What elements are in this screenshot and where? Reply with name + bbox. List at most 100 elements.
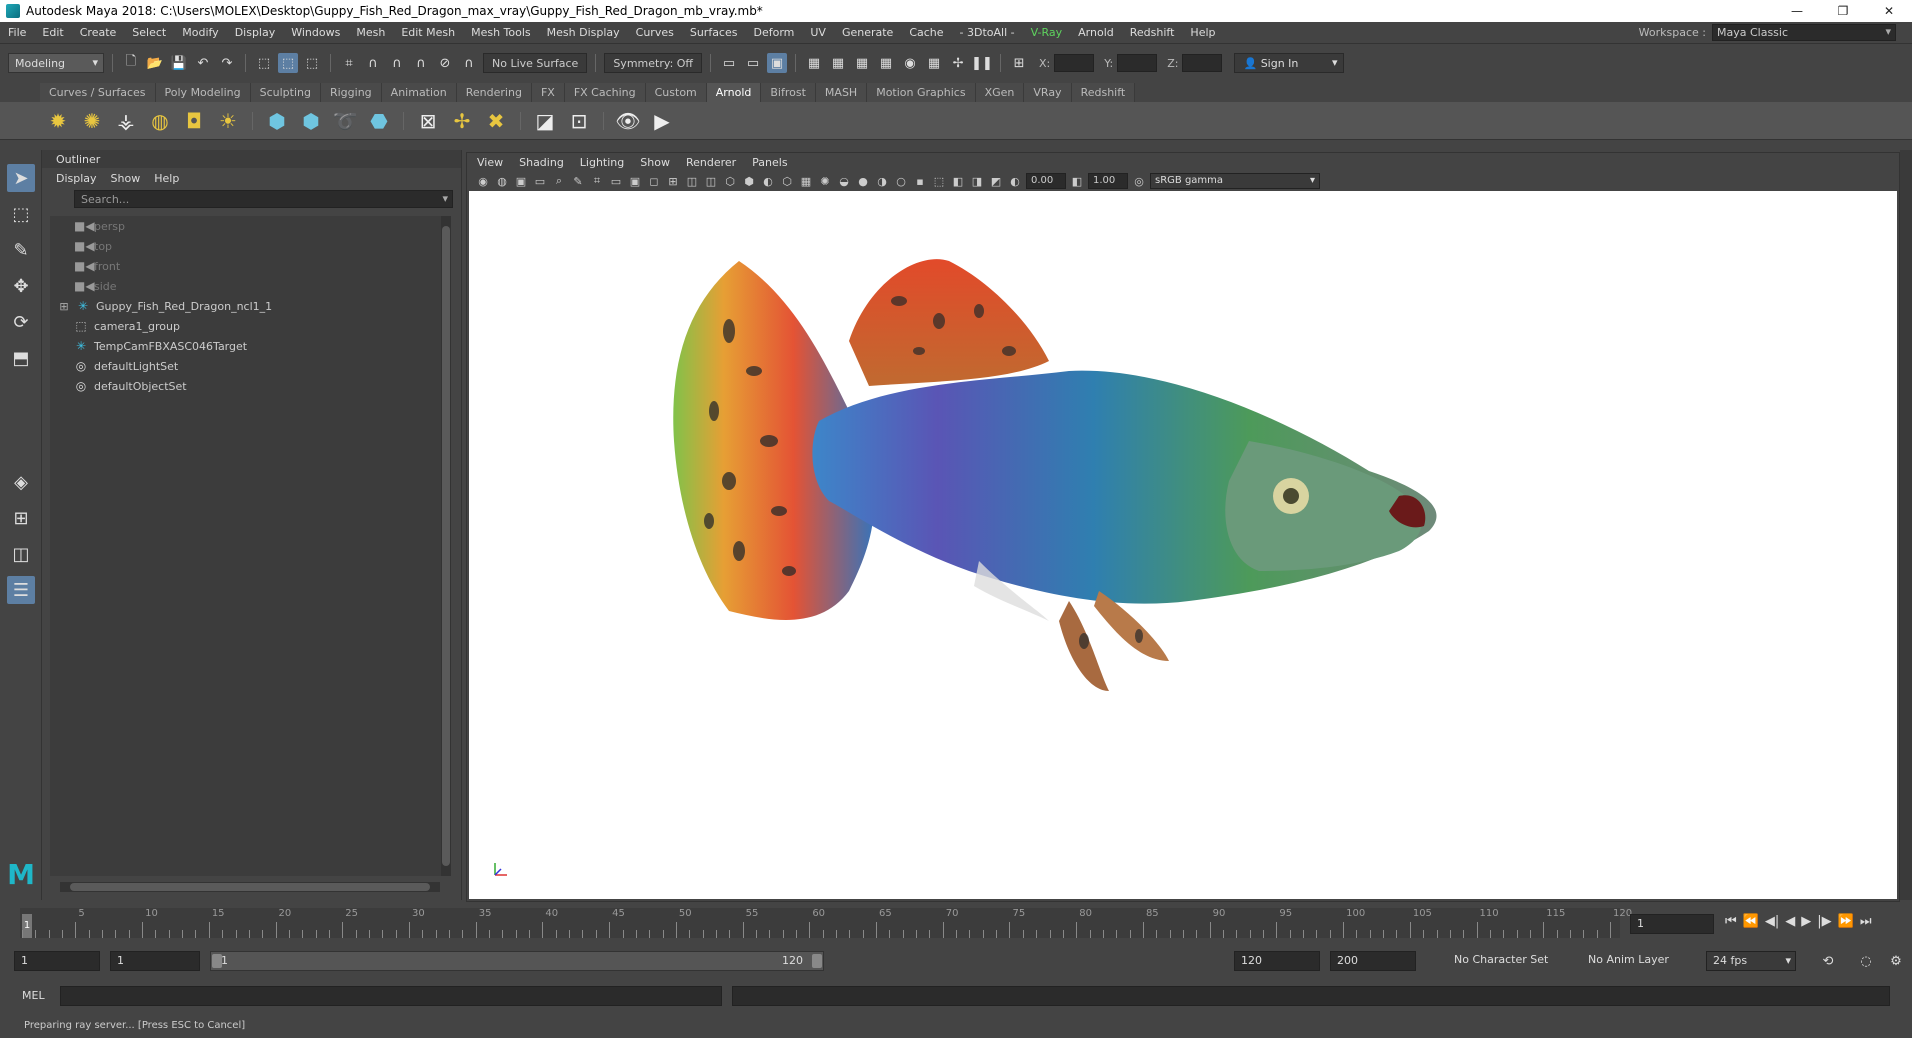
grid-icon[interactable]: ⌗ [589,173,605,189]
menu-windows[interactable]: Windows [283,26,348,39]
hypershade-icon[interactable]: ◉ [900,53,920,73]
outliner-menu-help[interactable]: Help [154,172,179,185]
2d-pan-zoom-icon[interactable]: ⌕ [551,173,567,189]
volume-icon[interactable]: ⬣ [365,107,393,135]
use-all-lights-icon[interactable]: ✺ [817,173,833,189]
flush-cache-icon[interactable]: ⊠ [414,107,442,135]
shelf-tab-curves-surfaces[interactable]: Curves / Surfaces [40,83,156,102]
redo-icon[interactable]: ↷ [217,53,237,73]
playback-end-field[interactable]: 120 [1234,951,1320,971]
paint-select-tool-icon[interactable]: ✎ [7,236,35,264]
time-slider-track[interactable]: 1 5 10 15 20 25 30 35 40 45 50 55 60 65 70 75 80 85 90 95 1… [20,908,1632,938]
render-frame-icon[interactable]: ▦ [828,53,848,73]
fps-dropdown[interactable]: 24 fps [1706,951,1796,971]
viewport-menu-panels[interactable]: Panels [752,156,787,169]
expand-icon[interactable]: ⊞ [58,300,70,313]
render-region-icon[interactable]: ◪ [531,107,559,135]
ipr-icon[interactable]: ⊡ [565,107,593,135]
menu-curves[interactable]: Curves [628,26,682,39]
lasso-tool-icon[interactable]: ⬚ [7,200,35,228]
render-play-icon[interactable]: ▶ [648,107,676,135]
xray-icon[interactable]: ◧ [950,173,966,189]
preferences-icon[interactable]: ⚙ [1886,951,1906,971]
scrollbar-thumb[interactable] [442,226,450,866]
construction-history-icon[interactable]: ▣ [767,53,788,73]
range-slider-bar[interactable]: 1 120 [210,951,824,971]
outliner-item[interactable]: ✳ TempCamFBXASC046Target [50,336,450,356]
menu-uv[interactable]: UV [802,26,834,39]
shelf-tab-motion-graphics[interactable]: Motion Graphics [867,83,976,102]
time-slider[interactable]: 1 5 10 15 20 25 30 35 40 45 50 55 60 65 70 75 80 85 90 95 1… [0,906,1912,942]
safe-action-icon[interactable]: ◫ [684,173,700,189]
menu-modify[interactable]: Modify [174,26,226,39]
menu-3dtoall[interactable]: - 3DtoAll - [952,26,1023,39]
smooth-shade-icon[interactable]: ⬢ [741,173,757,189]
workspace-dropdown[interactable]: Maya Classic [1712,24,1896,41]
loop-icon[interactable]: ⟲ [1818,951,1838,971]
step-forward-key-icon[interactable]: ⏩ [1838,914,1854,929]
outliner-horizontal-scrollbar[interactable] [60,882,440,892]
scrollbar-thumb[interactable] [70,883,430,891]
ipr-render-icon[interactable]: ▦ [852,53,872,73]
animation-end-field[interactable]: 200 [1330,951,1416,971]
snap-curve-icon[interactable]: ∩ [363,53,383,73]
symmetry-dropdown[interactable]: Symmetry: Off [604,53,703,73]
menu-mesh-display[interactable]: Mesh Display [539,26,628,39]
viewport-menu-show[interactable]: Show [640,156,670,169]
render-view-eye-icon[interactable]: 👁 [614,107,642,135]
four-view-layout-icon[interactable]: ⊞ [7,504,35,532]
snap-surface-icon[interactable]: ⊘ [435,53,455,73]
snap-grid-icon[interactable]: ⌗ [339,53,359,73]
sign-in-button[interactable]: 👤 Sign In [1234,53,1345,73]
gamma-field[interactable]: 1.00 [1088,173,1128,189]
camera-attributes-icon[interactable]: ◍ [494,173,510,189]
anti-aliasing-icon[interactable]: ○ [893,173,909,189]
two-view-layout-icon[interactable]: ◫ [7,540,35,568]
outliner-item[interactable]: ◎ defaultObjectSet [50,376,450,396]
restore-button[interactable]: ❐ [1820,0,1866,22]
undo-icon[interactable]: ↶ [193,53,213,73]
minimize-button[interactable]: — [1774,0,1820,22]
menu-redshift[interactable]: Redshift [1122,26,1183,39]
shelf-tab-poly-modeling[interactable]: Poly Modeling [155,83,251,102]
y-field[interactable] [1117,54,1158,72]
wireframe-icon[interactable]: ⬡ [722,173,738,189]
shelf-tab-arnold[interactable]: Arnold [706,83,762,102]
shelf-tab-animation[interactable]: Animation [381,83,457,102]
wireframe-on-shaded-icon[interactable]: ⬡ [779,173,795,189]
color-management-icon[interactable]: ◎ [1131,173,1147,189]
playback-start-field[interactable]: 1 [110,951,200,971]
menu-edit[interactable]: Edit [34,26,71,39]
standin-icon[interactable]: ⬢ [263,107,291,135]
single-perspective-layout-icon[interactable]: ◈ [7,468,35,496]
rotate-tool-icon[interactable]: ⟳ [7,308,35,336]
shelf-tab-vray[interactable]: VRay [1024,83,1072,102]
live-surface-field[interactable]: No Live Surface [483,53,588,73]
menu-mesh[interactable]: Mesh [348,26,393,39]
menu-surfaces[interactable]: Surfaces [682,26,746,39]
step-back-key-icon[interactable]: ⏪ [1743,914,1759,929]
outliner-item[interactable]: ■◀ top [50,236,450,256]
safe-title-icon[interactable]: ◫ [703,173,719,189]
outliner-item[interactable]: ■◀ persp [50,216,450,236]
outliner-search-input[interactable]: Search... [74,190,453,208]
viewport-menu-lighting[interactable]: Lighting [580,156,624,169]
viewport-menu-shading[interactable]: Shading [519,156,564,169]
close-button[interactable]: ✕ [1866,0,1912,22]
x-field[interactable] [1054,54,1095,72]
select-tool-icon[interactable]: ➤ [7,164,35,192]
select-hierarchy-icon[interactable]: ⬚ [254,53,274,73]
xray-joints-icon[interactable]: ◨ [969,173,985,189]
shadows-icon[interactable]: ◒ [836,173,852,189]
current-frame-field[interactable]: 1 [1630,914,1714,934]
xray-components-icon[interactable]: ◩ [988,173,1004,189]
outliner-layout-icon[interactable]: ☰ [7,576,35,604]
history-icon[interactable]: ▭ [719,53,739,73]
resolution-gate-icon[interactable]: ▣ [627,173,643,189]
photometric-light-icon[interactable]: ⚶ [112,107,140,135]
outliner-item[interactable]: ■◀ side [50,276,450,296]
play-forwards-icon[interactable]: ▶ [1801,914,1811,929]
film-gate-icon[interactable]: ▭ [608,173,624,189]
textured-icon[interactable]: ▦ [798,173,814,189]
outliner-item[interactable]: ■◀ front [50,256,450,276]
